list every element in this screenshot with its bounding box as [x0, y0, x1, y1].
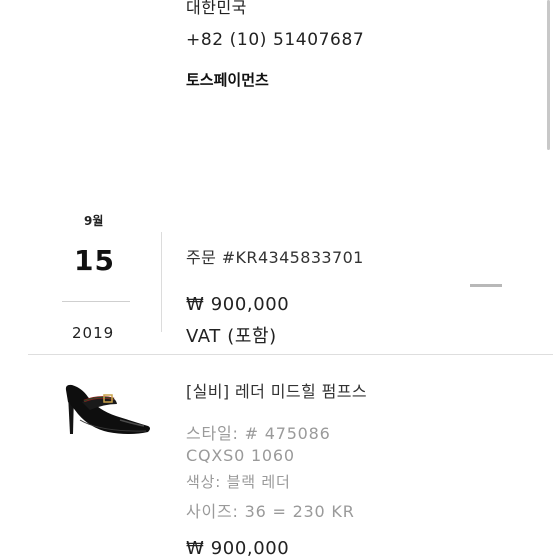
shipping-phone: +82 (10) 51407687	[186, 30, 365, 50]
order-day: 15	[74, 244, 115, 277]
item-size: 사이즈: 36 = 230 KR	[186, 502, 355, 521]
section-divider	[28, 354, 553, 355]
order-total: ₩ 900,000	[186, 294, 290, 315]
vat-note: VAT (포함)	[186, 326, 277, 347]
item-price: ₩ 900,000	[186, 538, 290, 559]
collapse-toggle-icon[interactable]	[470, 284, 502, 287]
vertical-divider	[161, 232, 162, 332]
item-style: 스타일: # 475086	[186, 424, 331, 443]
shipping-country: 대한민국	[186, 0, 247, 17]
item-name[interactable]: [실비] 레더 미드힐 펌프스	[186, 378, 367, 402]
order-number[interactable]: 주문 #KR4345833701	[186, 244, 364, 268]
item-color: 색상: 블랙 레더	[186, 473, 291, 491]
item-code: CQXS0 1060	[186, 446, 295, 465]
order-year: 2019	[72, 324, 115, 342]
date-divider	[62, 301, 130, 302]
order-month: 9월	[84, 214, 104, 228]
scrollbar[interactable]	[547, 0, 550, 150]
payment-method: 토스페이먼츠	[186, 71, 269, 89]
shoe-icon[interactable]	[60, 380, 156, 442]
